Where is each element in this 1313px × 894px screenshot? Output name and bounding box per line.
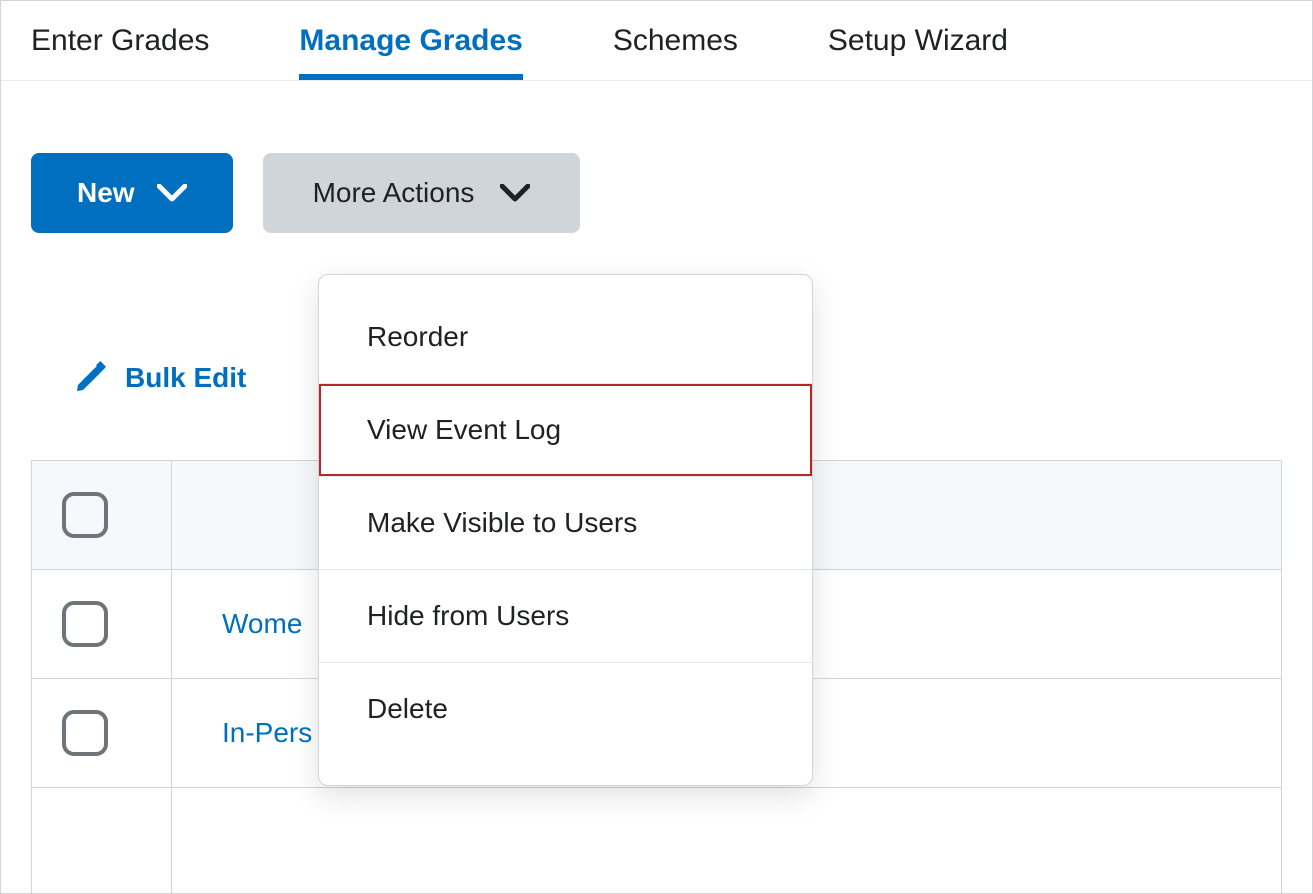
menu-item-label: Delete: [367, 693, 448, 724]
tab-label: Enter Grades: [31, 24, 209, 57]
menu-item-label: Make Visible to Users: [367, 507, 637, 538]
tab-schemes[interactable]: Schemes: [613, 24, 738, 80]
row-name-cell: [172, 788, 1282, 894]
menu-item-label: View Event Log: [367, 414, 561, 445]
menu-item-reorder[interactable]: Reorder: [319, 291, 812, 383]
row-checkbox-cell: [32, 570, 172, 679]
new-button-label: New: [77, 177, 135, 209]
new-button[interactable]: New: [31, 153, 233, 233]
tab-label: Manage Grades: [299, 24, 522, 57]
more-actions-button[interactable]: More Actions: [263, 153, 581, 233]
menu-item-hide-from-users[interactable]: Hide from Users: [319, 570, 812, 662]
row-checkbox[interactable]: [62, 601, 108, 647]
grade-item-link[interactable]: In-Pers: [222, 717, 312, 749]
page-root: Enter Grades Manage Grades Schemes Setup…: [0, 0, 1313, 894]
row-checkbox-cell: [32, 679, 172, 788]
chevron-down-icon: [157, 184, 187, 202]
menu-item-view-event-log[interactable]: View Event Log: [319, 384, 812, 476]
chevron-down-icon: [500, 184, 530, 202]
menu-item-make-visible[interactable]: Make Visible to Users: [319, 477, 812, 569]
more-actions-menu: Reorder View Event Log Make Visible to U…: [318, 274, 813, 786]
tab-label: Schemes: [613, 24, 738, 57]
row-checkbox[interactable]: [62, 710, 108, 756]
select-all-checkbox[interactable]: [62, 492, 108, 538]
tab-label: Setup Wizard: [828, 24, 1008, 57]
tab-setup-wizard[interactable]: Setup Wizard: [828, 24, 1008, 80]
menu-item-label: Reorder: [367, 321, 468, 352]
menu-item-label: Hide from Users: [367, 600, 569, 631]
more-actions-label: More Actions: [313, 177, 475, 209]
bulk-edit-label: Bulk Edit: [125, 362, 246, 394]
tabs-nav: Enter Grades Manage Grades Schemes Setup…: [1, 1, 1312, 81]
tab-manage-grades[interactable]: Manage Grades: [299, 24, 522, 80]
header-checkbox-cell: [32, 461, 172, 570]
table-row: [32, 788, 1282, 894]
pencil-icon: [73, 361, 107, 395]
toolbar: New More Actions: [1, 81, 1312, 233]
tab-enter-grades[interactable]: Enter Grades: [31, 24, 209, 80]
menu-item-delete[interactable]: Delete: [319, 663, 812, 755]
grade-item-link[interactable]: Wome: [222, 608, 302, 640]
row-checkbox-cell: [32, 788, 172, 894]
bulk-edit-button[interactable]: Bulk Edit: [73, 361, 246, 395]
